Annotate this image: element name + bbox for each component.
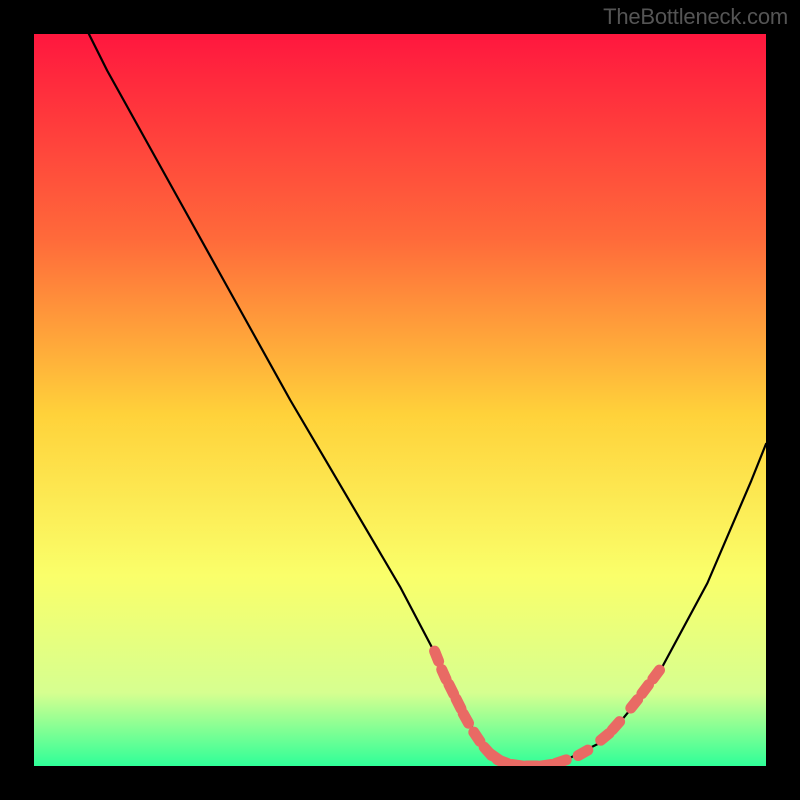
attribution-text: TheBottleneck.com xyxy=(603,4,788,30)
gradient-background xyxy=(34,34,766,766)
chart-svg xyxy=(34,34,766,766)
plot-frame xyxy=(34,34,766,766)
